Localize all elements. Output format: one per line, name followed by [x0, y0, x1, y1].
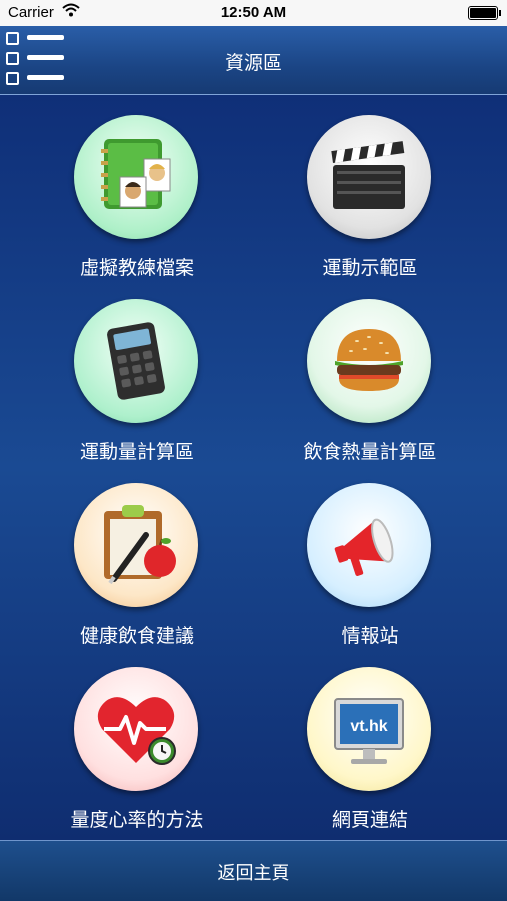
tile-label: 虛擬教練檔案: [79, 257, 194, 279]
tile-label: 量度心率的方法: [70, 809, 204, 831]
monitor-screen-text: vt.hk: [350, 718, 387, 735]
tile-web-links[interactable]: vt.hk 網頁連結: [270, 667, 470, 847]
monitor-icon: vt.hk: [307, 667, 431, 791]
address-book-icon: [74, 115, 198, 239]
back-home-label: 返回主頁: [217, 863, 290, 884]
tile-healthy-diet[interactable]: 健康飲食建議: [37, 483, 237, 663]
tile-food-calorie-calculator[interactable]: 飲食熱量計算區: [270, 299, 470, 479]
navigation-bar: 資源區: [0, 26, 507, 95]
clock-label: 12:50 AM: [220, 4, 287, 21]
burger-icon: [307, 299, 431, 423]
resource-grid: 虛擬教練檔案 運動示範區 運動量計算區 飲食熱量計算區 健康飲食建議 情報站 量…: [0, 95, 507, 840]
page-title: 資源區: [224, 52, 282, 74]
back-home-button[interactable]: 返回主頁: [0, 840, 507, 901]
tile-label: 網頁連結: [331, 809, 408, 831]
tile-heart-rate-method[interactable]: 量度心率的方法: [37, 667, 237, 847]
tile-label: 運動量計算區: [79, 441, 194, 463]
tile-label: 情報站: [341, 625, 399, 647]
tile-virtual-coach[interactable]: 虛擬教練檔案: [37, 115, 237, 295]
tile-exercise-demo[interactable]: 運動示範區: [270, 115, 470, 295]
tile-label: 飲食熱量計算區: [303, 441, 437, 463]
heart-rate-icon: [74, 667, 198, 791]
calculator-icon: [74, 299, 198, 423]
megaphone-icon: [307, 483, 431, 607]
tile-exercise-calculator[interactable]: 運動量計算區: [37, 299, 237, 479]
tile-label: 健康飲食建議: [79, 625, 194, 647]
status-bar: Carrier 12:50 AM: [0, 0, 507, 26]
tile-info-station[interactable]: 情報站: [270, 483, 470, 663]
tile-label: 運動示範區: [322, 257, 418, 279]
battery-icon: [468, 6, 501, 20]
clipboard-apple-icon: [74, 483, 198, 607]
clapperboard-icon: [307, 115, 431, 239]
